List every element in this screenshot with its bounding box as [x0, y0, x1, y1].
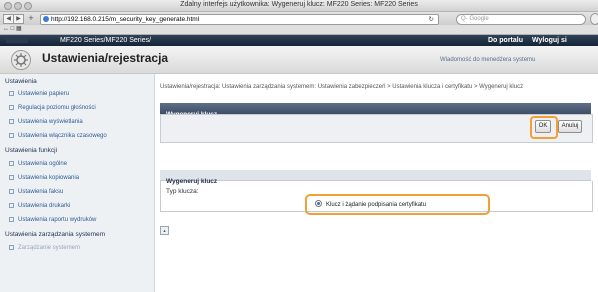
sidebar: Ustawienia Ustawienie papieru Regulacja … [0, 74, 155, 292]
bullet-icon [9, 189, 14, 194]
sidebar-section-functions[interactable]: Ustawienia funkcji [5, 147, 57, 154]
search-placeholder: Q- Google [461, 16, 489, 22]
sidebar-item-paper[interactable]: Ustawienie papieru [9, 91, 69, 97]
window-title: Zdalny interfejs użytkownika: Wygeneruj … [180, 1, 418, 8]
settings-gear-icon [11, 50, 31, 70]
bookmarks-icons[interactable]: ↔ □ ▦ [0, 26, 22, 32]
sidebar-item-copy[interactable]: Ustawienia kopiowania [9, 175, 79, 181]
device-model: MF220 Series/MF220 Series/ [60, 37, 152, 44]
address-bar[interactable]: http://192.168.0.215/m_security_key_gene… [40, 14, 439, 25]
sidebar-item-report[interactable]: Ustawienia raportu wydruków [9, 217, 96, 223]
sidebar-item-volume[interactable]: Regulacja poziomu głośności [9, 105, 96, 111]
ok-button[interactable]: OK [535, 120, 551, 133]
forward-button[interactable]: ▶ [13, 14, 24, 24]
page-top-icon[interactable]: ▲ [160, 226, 169, 235]
key-type-option-label: Klucz i żądanie podpisania certyfikatu [326, 202, 427, 208]
sidebar-item-display[interactable]: Ustawienia wyświetlania [9, 119, 83, 125]
sidebar-item-general[interactable]: Ustawienia ogólne [9, 161, 67, 167]
bookmarks-bar: ↔ □ ▦ [0, 25, 598, 35]
radio-button[interactable] [315, 200, 322, 207]
brand-logo [6, 38, 28, 43]
breadcrumb: Ustawienia/rejestracja: Ustawienia zarzą… [160, 84, 524, 90]
activity-icon[interactable] [590, 13, 598, 25]
bullet-icon [9, 133, 14, 138]
sidebar-section-system[interactable]: Ustawienia zarządzania systemem [5, 231, 105, 238]
sidebar-section-settings[interactable]: Ustawienia [5, 78, 37, 85]
bullet-icon [9, 105, 14, 110]
sidebar-item-timer[interactable]: Ustawienia włącznika czasowego [9, 133, 107, 139]
bullet-icon [9, 175, 14, 180]
reload-icon[interactable]: ↻ [429, 15, 434, 24]
sidebar-item-system-management[interactable]: Zarządzanie systemem [9, 245, 80, 251]
key-type-option[interactable]: Klucz i żądanie podpisania certyfikatu [315, 200, 426, 208]
page-title: Ustawienia/rejestracja [42, 51, 169, 65]
url-text: http://192.168.0.215/m_security_key_gene… [51, 16, 200, 23]
section-header: Wygeneruj klucz [160, 170, 591, 185]
bullet-icon [9, 119, 14, 124]
device-header: MF220 Series/MF220 Series/ Do portalu Wy… [0, 35, 598, 46]
action-panel [160, 114, 593, 143]
logout-link[interactable]: Wyloguj si [532, 35, 567, 46]
sidebar-item-printer[interactable]: Ustawienia drukarki [9, 203, 70, 209]
bullet-icon [9, 245, 14, 250]
message-to-admin-link[interactable]: Wiadomość do menedżera systemu [440, 57, 535, 63]
panel-header: Wygeneruj klucz [160, 103, 591, 118]
cancel-button[interactable]: Anuluj [558, 120, 582, 133]
bullet-icon [9, 161, 14, 166]
bullet-icon [9, 91, 14, 96]
portal-link[interactable]: Do portalu [488, 35, 523, 46]
key-type-label: Typ klucza: [166, 188, 199, 195]
globe-icon [43, 16, 49, 22]
bullet-icon [9, 203, 14, 208]
bullet-icon [9, 217, 14, 222]
search-input[interactable]: Q- Google [456, 14, 586, 25]
add-bookmark-icon[interactable]: + [26, 14, 36, 23]
sidebar-item-fax[interactable]: Ustawienia faksu [9, 189, 63, 195]
